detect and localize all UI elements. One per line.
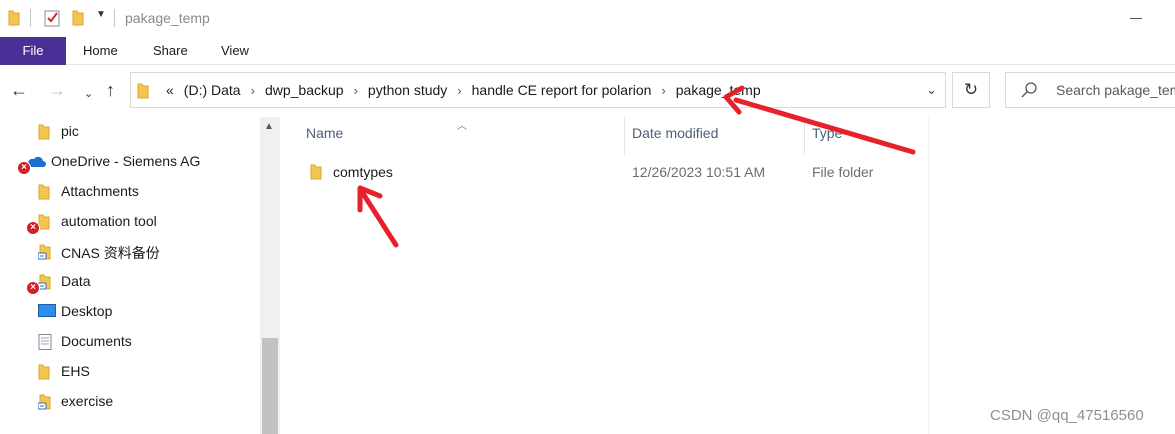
file-date-modified: 12/26/2023 10:51 AM: [632, 164, 766, 180]
sidebar-item[interactable]: CNAS 资料备份: [0, 237, 260, 267]
address-bar[interactable]: « (D:) Data › dwp_backup › python study …: [130, 72, 946, 108]
breadcrumb-overflow[interactable]: «: [161, 82, 179, 98]
recent-locations-chevron-icon[interactable]: ⌄: [84, 84, 93, 104]
sidebar-item[interactable]: pic: [0, 117, 260, 147]
navigation-bar: ← → ⌄ ↑ « (D:) Data › dwp_backup › pytho…: [0, 65, 1175, 117]
refresh-icon: ↻: [963, 80, 979, 99]
breadcrumb-item-python-study[interactable]: python study: [363, 82, 452, 98]
sync-error-icon: ×: [17, 161, 31, 175]
shared-folder-icon: [37, 394, 52, 413]
ribbon-tabs: File Home Share View: [0, 37, 1175, 65]
sidebar-item[interactable]: × Data: [0, 267, 260, 297]
tab-file[interactable]: File: [0, 37, 66, 65]
navigation-pane-scrollbar[interactable]: ▲: [260, 117, 280, 434]
window-title: pakage_temp: [125, 10, 210, 26]
sync-error-icon: ×: [26, 221, 40, 235]
sidebar-item-label: exercise: [61, 393, 114, 409]
new-folder-icon[interactable]: [72, 10, 84, 26]
minimize-button[interactable]: [1110, 8, 1170, 30]
sidebar-item[interactable]: Desktop: [0, 297, 260, 327]
breadcrumb-item-drive[interactable]: (D:) Data: [179, 82, 246, 98]
breadcrumb-item-dwp-backup[interactable]: dwp_backup: [260, 82, 349, 98]
shared-folder-icon: [37, 274, 52, 293]
breadcrumb-item-handle-ce-report[interactable]: handle CE report for polarion: [467, 82, 657, 98]
file-list-pane: ︿ Name Date modified Type comtypes 12/26…: [280, 117, 1175, 434]
customize-toolbar-dropdown-icon[interactable]: ▼: [96, 9, 106, 20]
file-type: File folder: [812, 164, 874, 180]
sidebar-item-label: Attachments: [61, 183, 139, 199]
up-arrow-icon[interactable]: ↑: [106, 80, 115, 100]
sidebar-item[interactable]: × OneDrive - Siemens AG: [0, 147, 260, 177]
properties-icon[interactable]: [44, 9, 60, 27]
sidebar-item-label: EHS: [61, 363, 90, 379]
folder-icon: [38, 214, 50, 233]
navigation-pane: pic × OneDrive - Siemens AG Attachments × aut…: [0, 117, 280, 434]
folder-icon: [38, 364, 50, 383]
toolbar-separator: [30, 9, 31, 27]
folder-icon: [38, 124, 50, 143]
folder-icon: [8, 10, 20, 26]
search-input[interactable]: Search pakage_temp: [1056, 82, 1175, 98]
sort-ascending-icon: ︿: [457, 121, 467, 132]
documents-icon: [38, 334, 52, 353]
sidebar-item[interactable]: Documents: [0, 327, 260, 357]
column-divider[interactable]: [804, 117, 805, 155]
sidebar-item-label: Documents: [61, 333, 132, 349]
sidebar-item-label: Data: [61, 273, 91, 289]
tab-home[interactable]: Home: [83, 37, 118, 65]
folder-icon: [310, 164, 322, 180]
search-icon: [1021, 82, 1037, 98]
shared-folder-icon: [37, 244, 52, 263]
title-bar: ▼ pakage_temp: [0, 0, 1175, 37]
tab-share[interactable]: Share: [153, 37, 188, 65]
sidebar-item-label: pic: [61, 123, 79, 139]
back-arrow-icon[interactable]: ←: [10, 80, 28, 100]
address-dropdown-chevron-icon[interactable]: ⌄: [926, 82, 937, 98]
desktop-icon: [38, 304, 56, 321]
folder-icon: [137, 83, 149, 99]
scrollbar-thumb[interactable]: [262, 338, 278, 434]
chevron-right-icon[interactable]: ›: [349, 83, 363, 98]
file-name[interactable]: comtypes: [333, 164, 393, 180]
chevron-right-icon[interactable]: ›: [452, 83, 466, 98]
chevron-right-icon[interactable]: ›: [656, 83, 670, 98]
forward-arrow-icon[interactable]: →: [48, 80, 66, 100]
sidebar-item-label: automation tool: [61, 213, 157, 229]
sidebar-item[interactable]: × automation tool: [0, 207, 260, 237]
search-box[interactable]: Search pakage_temp: [1005, 72, 1175, 108]
sidebar-item-label: OneDrive - Siemens AG: [51, 153, 201, 169]
sidebar-item[interactable]: Attachments: [0, 177, 260, 207]
toolbar-separator: [114, 9, 115, 27]
tab-view[interactable]: View: [221, 37, 249, 65]
column-divider[interactable]: [624, 117, 625, 155]
sidebar-item-label: CNAS 资料备份: [61, 245, 160, 261]
breadcrumb: « (D:) Data › dwp_backup › python study …: [161, 73, 766, 107]
column-header-name[interactable]: Name: [306, 125, 343, 141]
sidebar-item[interactable]: EHS: [0, 357, 260, 387]
sidebar-item[interactable]: exercise: [0, 387, 260, 417]
column-header-type[interactable]: Type: [812, 125, 842, 141]
folder-icon: [38, 184, 50, 203]
column-header-date-modified[interactable]: Date modified: [632, 125, 718, 141]
sidebar-item-label: Desktop: [61, 303, 113, 319]
sync-error-icon: ×: [26, 281, 40, 295]
file-row[interactable]: comtypes 12/26/2023 10:51 AM File folder: [300, 159, 930, 185]
watermark: CSDN @qq_47516560: [990, 407, 1144, 424]
scroll-up-arrow-icon[interactable]: ▲: [264, 121, 274, 132]
breadcrumb-item-pakage-temp[interactable]: pakage_temp: [671, 82, 766, 98]
refresh-button[interactable]: ↻: [952, 72, 990, 108]
chevron-right-icon[interactable]: ›: [246, 83, 260, 98]
